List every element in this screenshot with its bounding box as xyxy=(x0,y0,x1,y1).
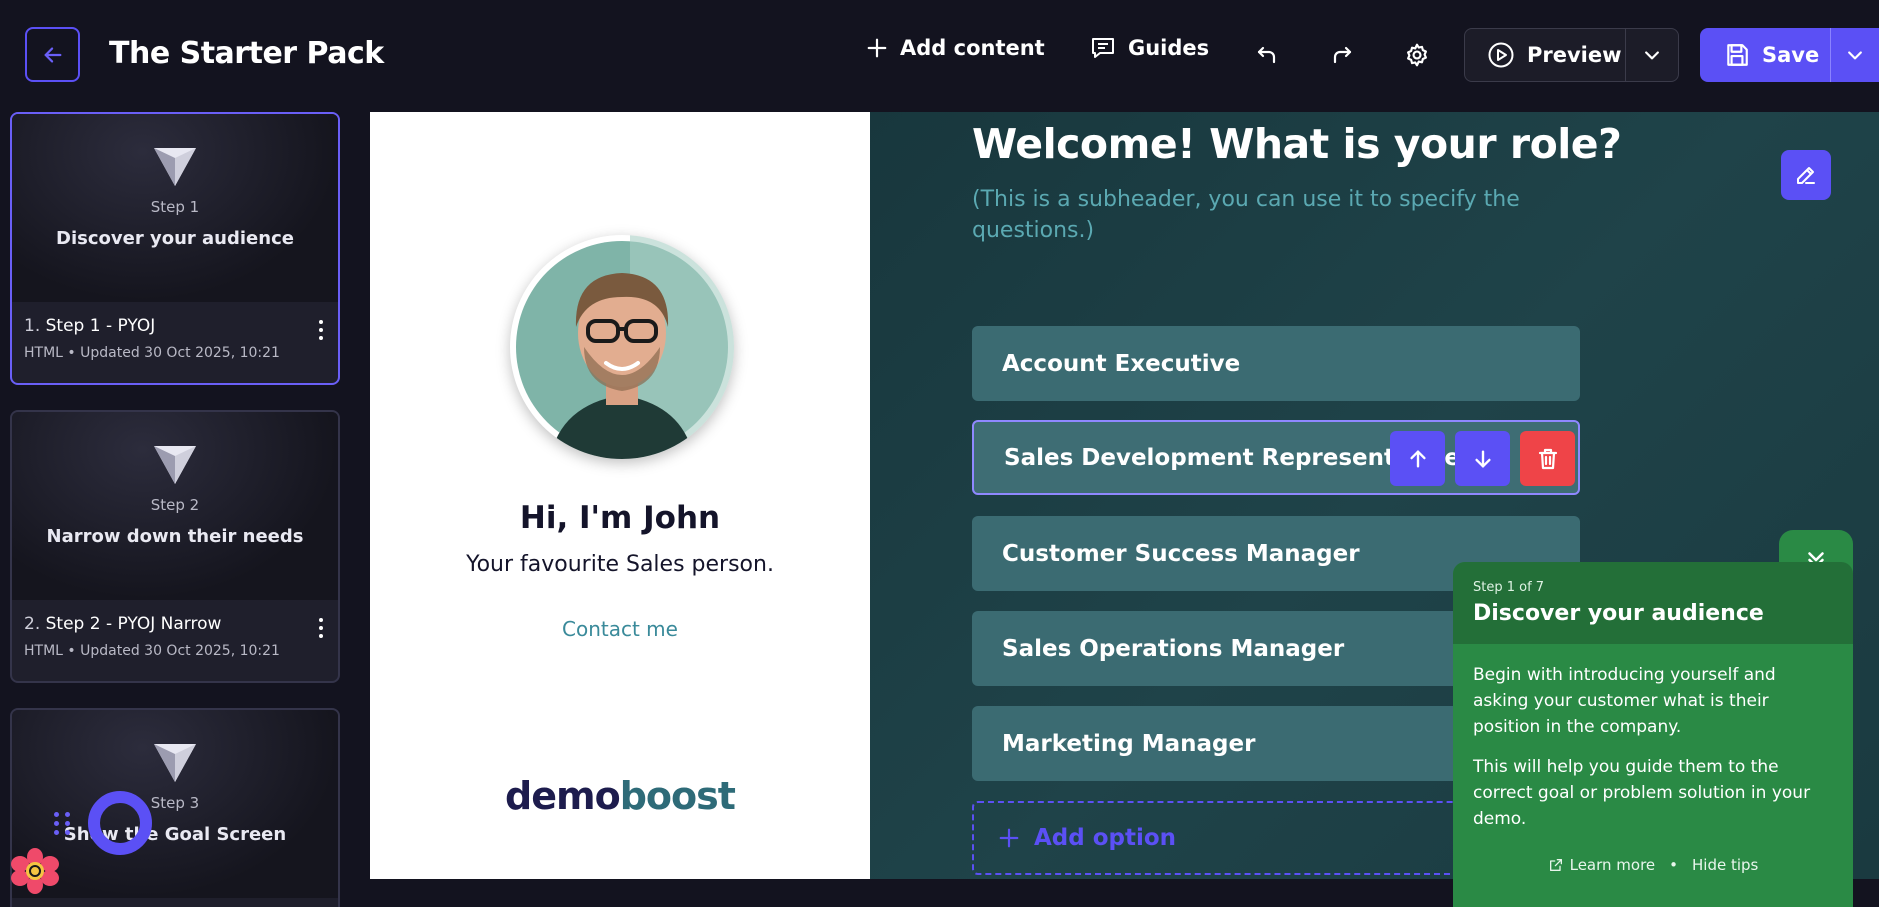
step-thumbnail: Step 3 Show the Goal Screen xyxy=(12,710,338,898)
thumb-step-name: Narrow down their needs xyxy=(46,526,304,547)
delete-option-button[interactable] xyxy=(1520,431,1575,486)
guides-button[interactable]: Guides xyxy=(1090,36,1209,60)
tagline: Your favourite Sales person. xyxy=(466,552,774,577)
brand-logo: demoboost xyxy=(370,774,870,818)
back-button[interactable] xyxy=(25,27,80,82)
more-options-icon[interactable] xyxy=(318,320,324,340)
step-index: 2. xyxy=(24,614,41,634)
external-link-icon xyxy=(1549,859,1562,871)
tips-step-counter: Step 1 of 7 xyxy=(1473,580,1545,595)
move-down-button[interactable] xyxy=(1455,431,1510,486)
step-updated: HTML • Updated 30 Oct 2025, 10:21 xyxy=(24,345,280,361)
redo-button[interactable] xyxy=(1326,39,1358,71)
logo-icon xyxy=(154,148,196,186)
add-content-label: Add content xyxy=(900,36,1045,60)
arrow-up-icon xyxy=(1409,449,1426,468)
play-icon xyxy=(1488,42,1514,68)
devtools-flower-icon[interactable] xyxy=(10,848,60,894)
undo-icon xyxy=(1257,46,1276,64)
brand-part-boost: boost xyxy=(619,774,736,818)
chevron-down-icon xyxy=(1848,51,1862,60)
plus-icon xyxy=(999,828,1019,848)
tips-panel: Step 1 of 7 Discover your audience Begin… xyxy=(1453,562,1853,907)
option-actions xyxy=(1390,431,1575,486)
profile-photo xyxy=(516,235,734,459)
save-dropdown-button[interactable] xyxy=(1830,28,1879,82)
top-bar: The Starter Pack Add content Guides Prev… xyxy=(0,0,1879,110)
option-label: Sales Operations Manager xyxy=(1002,635,1345,662)
save-button[interactable]: Save xyxy=(1700,28,1830,82)
thumb-step-number: Step 1 xyxy=(150,198,200,216)
option-label: Customer Success Manager xyxy=(1002,540,1360,567)
separator: • xyxy=(1669,856,1679,874)
preview-button-group: Preview xyxy=(1464,28,1679,82)
chat-icon xyxy=(1092,38,1114,58)
loading-ring-icon[interactable] xyxy=(88,791,152,855)
step-updated: HTML • Updated 30 Oct 2025, 10:21 xyxy=(24,643,280,659)
tips-title: Discover your audience xyxy=(1473,601,1764,626)
trash-icon xyxy=(1538,448,1557,469)
step-card[interactable]: Step 2 Narrow down their needs 2. Step 2… xyxy=(10,410,340,683)
arrow-down-icon xyxy=(1474,449,1491,468)
profile-panel: Hi, I'm John Your favourite Sales person… xyxy=(370,112,870,879)
move-up-button[interactable] xyxy=(1390,431,1445,486)
step-title-text: Step 2 - PYOJ Narrow xyxy=(45,614,222,634)
option-label: Marketing Manager xyxy=(1002,730,1256,757)
add-option-label: Add option xyxy=(1034,825,1177,851)
arrow-left-icon xyxy=(44,46,61,63)
step-meta: 1. Step 1 - PYOJ HTML • Updated 30 Oct 2… xyxy=(12,302,338,375)
thumb-step-number: Step 2 xyxy=(150,496,200,514)
option-item[interactable]: Account Executive xyxy=(972,326,1580,401)
redo-icon xyxy=(1333,46,1352,64)
undo-button[interactable] xyxy=(1251,39,1283,71)
logo-icon xyxy=(154,446,196,484)
step-card[interactable]: Step 1 Discover your audience 1. Step 1 … xyxy=(10,112,340,385)
preview-button[interactable]: Preview xyxy=(1465,29,1625,81)
question-title[interactable]: Welcome! What is your role? xyxy=(972,120,1622,168)
settings-button[interactable] xyxy=(1401,39,1433,71)
contact-link[interactable]: Contact me xyxy=(370,617,870,641)
step-meta: 2. Step 2 - PYOJ Narrow HTML • Updated 3… xyxy=(12,600,338,673)
learn-more-label: Learn more xyxy=(1569,856,1656,874)
greeting: Hi, I'm John xyxy=(519,500,721,536)
gear-icon xyxy=(1407,43,1427,67)
learn-more-link[interactable]: Learn more xyxy=(1548,856,1656,874)
save-icon xyxy=(1727,44,1748,66)
step-title-text: Step 1 - PYOJ xyxy=(45,316,156,336)
edit-button[interactable] xyxy=(1781,150,1831,200)
step-index: 1. xyxy=(24,316,41,336)
thumb-step-number: Step 3 xyxy=(150,794,200,812)
question-subheader[interactable]: (This is a subheader, you can use it to … xyxy=(972,184,1532,246)
drag-handle-icon[interactable] xyxy=(54,812,71,835)
app-title: The Starter Pack xyxy=(109,36,384,71)
pencil-icon xyxy=(1797,167,1815,184)
tips-paragraph: Begin with introducing yourself and aski… xyxy=(1473,665,1776,737)
thumb-step-name: Discover your audience xyxy=(56,228,294,249)
save-label: Save xyxy=(1762,43,1820,67)
save-button-group: Save xyxy=(1700,28,1879,82)
avatar xyxy=(510,235,734,459)
tips-footer: Learn more • Hide tips xyxy=(1453,856,1853,874)
brand-part-demo: demo xyxy=(505,774,621,818)
step-thumbnail: Step 2 Narrow down their needs xyxy=(12,412,338,600)
logo-icon xyxy=(154,744,196,782)
add-content-button[interactable]: Add content xyxy=(866,36,1045,60)
hide-tips-link[interactable]: Hide tips xyxy=(1692,856,1758,874)
tips-body: Begin with introducing yourself and aski… xyxy=(1453,644,1853,850)
option-label: Account Executive xyxy=(1002,350,1241,377)
step-thumbnail: Step 1 Discover your audience xyxy=(12,114,338,302)
step-title: 1. Step 1 - PYOJ xyxy=(24,316,326,336)
tips-paragraph: This will help you guide them to the cor… xyxy=(1473,757,1811,829)
chevron-down-icon xyxy=(1645,51,1659,60)
tips-header: Step 1 of 7 Discover your audience xyxy=(1453,562,1853,644)
option-item[interactable]: Sales Development Representative xyxy=(972,420,1580,495)
plus-icon xyxy=(867,38,887,58)
guides-label: Guides xyxy=(1128,36,1210,60)
more-options-icon[interactable] xyxy=(318,618,324,638)
preview-label: Preview xyxy=(1527,43,1622,67)
step-title: 2. Step 2 - PYOJ Narrow xyxy=(24,614,326,634)
preview-dropdown-button[interactable] xyxy=(1625,29,1678,81)
